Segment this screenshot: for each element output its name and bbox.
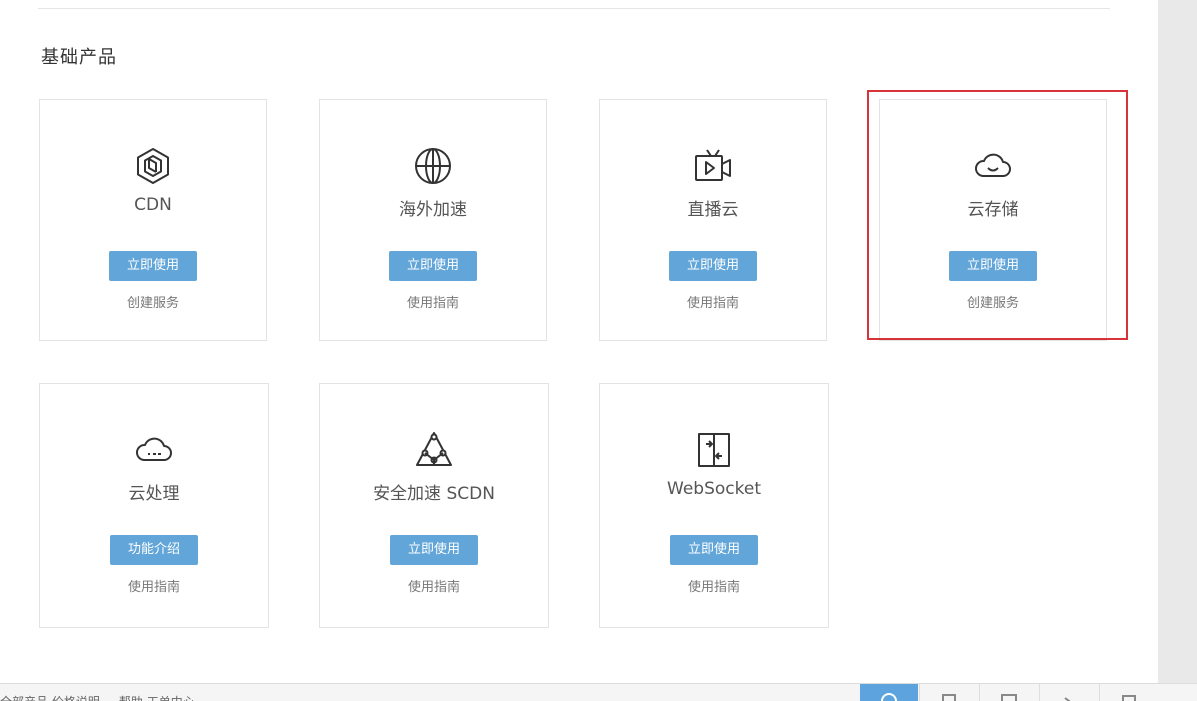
help-icon[interactable] (860, 684, 918, 701)
tv-live-icon (691, 144, 735, 188)
feature-intro-button[interactable]: 功能介绍 (110, 535, 198, 565)
product-name: CDN (134, 195, 172, 215)
create-service-link[interactable]: 创建服务 (40, 292, 266, 311)
product-name: 海外加速 (399, 200, 467, 220)
service-icon[interactable] (1099, 684, 1158, 701)
bottom-bar: 全部产品 价格说明 ... 帮助 工单中心 (0, 683, 1197, 701)
use-now-button[interactable]: 立即使用 (390, 535, 478, 565)
arrow-icon[interactable] (1039, 684, 1098, 701)
product-name: 直播云 (687, 200, 739, 220)
panel-icon[interactable] (979, 684, 1038, 701)
right-gutter (1158, 0, 1197, 683)
product-card-scdn: 安全加速 SCDN 立即使用 使用指南 (319, 383, 549, 628)
globe-icon (411, 144, 455, 188)
guide-link[interactable]: 使用指南 (320, 292, 546, 311)
product-card-cdn: CDN 立即使用 创建服务 (39, 99, 267, 341)
use-now-button[interactable]: 立即使用 (109, 251, 197, 281)
websocket-icon (692, 428, 736, 472)
product-card-websocket: WebSocket 立即使用 使用指南 (599, 383, 829, 628)
use-now-button[interactable]: 立即使用 (670, 535, 758, 565)
cdn-hexagon-icon (131, 144, 175, 188)
highlight-box (867, 90, 1128, 340)
guide-link[interactable]: 使用指南 (600, 576, 828, 595)
product-name: 云处理 (128, 484, 180, 504)
product-name: WebSocket (667, 479, 761, 499)
product-name: 安全加速 SCDN (373, 484, 495, 504)
product-card-overseas: 海外加速 立即使用 使用指南 (319, 99, 547, 341)
guide-link[interactable]: 使用指南 (320, 576, 548, 595)
guide-link[interactable]: 使用指南 (600, 292, 826, 311)
cloud-processing-icon (132, 428, 176, 472)
use-now-button[interactable]: 立即使用 (669, 251, 757, 281)
product-card-live: 直播云 立即使用 使用指南 (599, 99, 827, 341)
secure-network-icon (412, 428, 456, 472)
top-divider (38, 8, 1110, 9)
section-title: 基础产品 (41, 47, 117, 68)
use-now-button[interactable]: 立即使用 (389, 251, 477, 281)
doc-icon[interactable] (919, 684, 978, 701)
guide-link[interactable]: 使用指南 (40, 576, 268, 595)
product-card-cloud-processing: 云处理 功能介绍 使用指南 (39, 383, 269, 628)
